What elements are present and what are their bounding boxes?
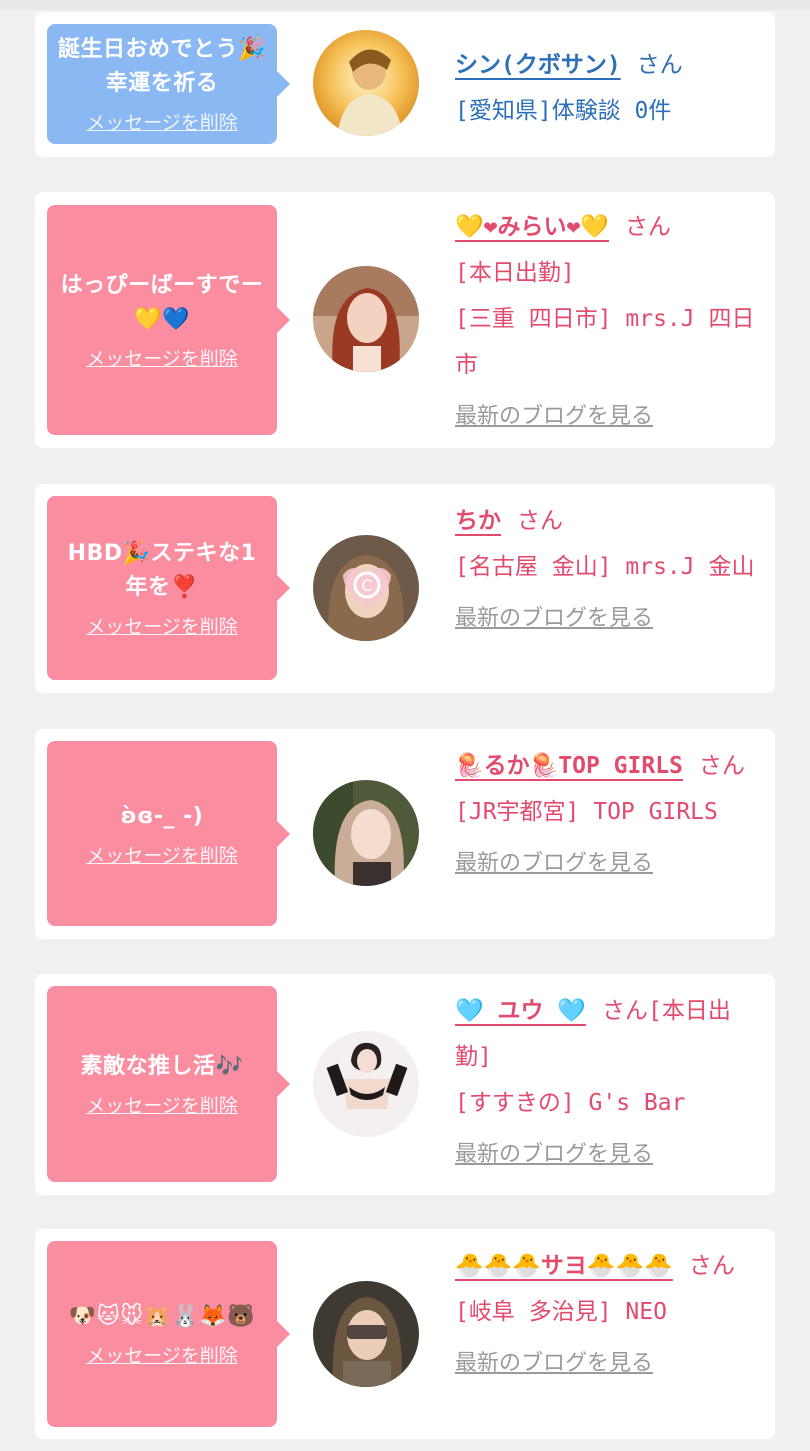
message-text: はっぴーばーすでー💛💙 [60,273,264,332]
latest-blog-link[interactable]: 最新のブログを見る [455,596,755,642]
message-text: 誕生日おめでとう🎉幸運を祈る [58,37,266,96]
avatar-image [313,30,419,136]
honorific: さん [624,214,671,240]
profile-info: シン(クボサン) さん [愛知県]体験談 0件 [455,42,755,134]
avatar-image [313,266,419,372]
profile-name-link[interactable]: 🪼るか🪼TOP GIRLS [455,753,683,779]
profile-info: ちか さん [名古屋 金山] mrs.J 金山 最新のブログを見る [455,498,755,642]
profile-info: 🪼るか🪼TOP GIRLS さん [JR宇都宮] TOP GIRLS 最新のブログ… [455,743,755,887]
message-bubble: 誕生日おめでとう🎉幸運を祈る メッセージを削除 [47,24,290,144]
svg-text:C: C [361,576,372,595]
latest-blog-link[interactable]: 最新のブログを見る [455,841,755,887]
profile-detail: [愛知県]体験談 0件 [455,98,672,124]
latest-blog-link[interactable]: 最新のブログを見る [455,1132,755,1178]
honorific: さん [688,1253,735,1279]
birthday-message-card: ʚ̀ɞ-_ -) メッセージを削除 🪼るか🪼TOP GIRLS さん [JR宇都宮… [35,729,775,939]
birthday-message-card: はっぴーばーすでー💛💙 メッセージを削除 💛❤みらい❤💛 さん [本日出勤] [三… [35,192,775,448]
honorific: さん [698,753,745,779]
profile-name-link[interactable]: 🐣🐣🐣サヨ🐣🐣🐣 [455,1253,673,1279]
profile-name-link[interactable]: ちか [455,508,501,534]
profile-detail: [JR宇都宮] TOP GIRLS [455,799,718,825]
avatar[interactable]: C [313,535,419,641]
birthday-message-card: 素敵な推し活🎶 メッセージを削除 🩵 ユウ 🩵 さん[本日出勤] [すすきの] G… [35,974,775,1195]
profile-name-link[interactable]: 🩵 ユウ 🩵 [455,998,586,1024]
profile-detail: [三重 四日市] mrs.J 四日市 [455,306,755,378]
avatar-image [313,1281,419,1387]
delete-message-link[interactable]: メッセージを削除 [86,347,238,371]
profile-info: 🩵 ユウ 🩵 さん[本日出勤] [すすきの] G's Bar 最新のブログを見る [455,988,755,1178]
profile-info: 💛❤みらい❤💛 さん [本日出勤] [三重 四日市] mrs.J 四日市 最新のブ… [455,204,755,440]
avatar[interactable] [313,30,419,136]
message-bubble: HBD🎉ステキな1年を❣️ メッセージを削除 [47,496,290,680]
avatar-image [313,780,419,886]
avatar-image: C [313,535,419,641]
delete-message-link[interactable]: メッセージを削除 [86,1344,238,1368]
birthday-message-card: 🐶🐱🐭🐹🐰🦊🐻 メッセージを削除 🐣🐣🐣サヨ🐣🐣🐣 さん [岐阜 多治見] NEO… [35,1229,775,1439]
profile-detail: [岐阜 多治見] NEO [455,1299,667,1325]
profile-detail: [すすきの] G's Bar [455,1090,686,1116]
profile-name-link[interactable]: 💛❤みらい❤💛 [455,214,609,240]
profile-info: 🐣🐣🐣サヨ🐣🐣🐣 さん [岐阜 多治見] NEO 最新のブログを見る [455,1243,755,1387]
latest-blog-link[interactable]: 最新のブログを見る [455,394,755,440]
profile-status: [本日出勤] [455,260,575,286]
message-bubble: はっぴーばーすでー💛💙 メッセージを削除 [47,205,290,435]
avatar[interactable] [313,1031,419,1137]
top-strip [0,0,810,10]
delete-message-link[interactable]: メッセージを削除 [86,1094,238,1118]
honorific: さん [636,52,683,78]
birthday-message-card: HBD🎉ステキな1年を❣️ メッセージを削除 C ちか さん [名古屋 金山] m… [35,484,775,693]
message-text: 素敵な推し活🎶 [80,1054,244,1079]
message-text: ʚ̀ɞ-_ -) [120,803,204,829]
birthday-message-card: 誕生日おめでとう🎉幸運を祈る メッセージを削除 シン(クボサン) さん [愛知県]… [35,12,775,157]
message-bubble: ʚ̀ɞ-_ -) メッセージを削除 [47,741,290,926]
profile-detail: [名古屋 金山] mrs.J 金山 [455,554,755,580]
profile-name-link[interactable]: シン(クボサン) [455,52,621,78]
delete-message-link[interactable]: メッセージを削除 [86,111,238,135]
avatar[interactable] [313,780,419,886]
message-bubble: 素敵な推し活🎶 メッセージを削除 [47,986,290,1182]
message-text: 🐶🐱🐭🐹🐰🦊🐻 [68,1304,256,1329]
avatar[interactable] [313,266,419,372]
message-bubble: 🐶🐱🐭🐹🐰🦊🐻 メッセージを削除 [47,1241,290,1427]
avatar[interactable] [313,1281,419,1387]
latest-blog-link[interactable]: 最新のブログを見る [455,1341,755,1387]
avatar-image [313,1031,419,1137]
message-text: HBD🎉ステキな1年を❣️ [67,541,257,600]
honorific: さん [517,508,563,534]
delete-message-link[interactable]: メッセージを削除 [86,615,238,639]
delete-message-link[interactable]: メッセージを削除 [86,844,238,868]
